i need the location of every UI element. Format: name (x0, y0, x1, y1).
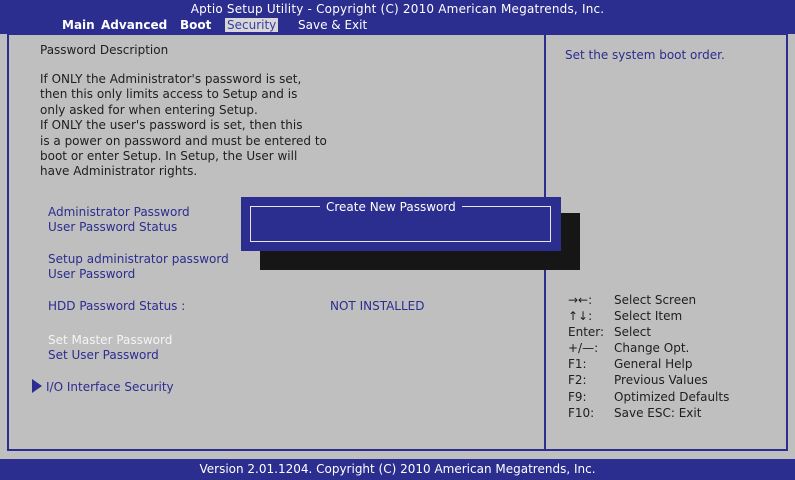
setup-admin-password-item[interactable]: Setup administrator password (48, 252, 229, 266)
tab-advanced[interactable]: Advanced (101, 18, 167, 32)
key-row: →←: Select Screen (568, 292, 729, 308)
hdd-password-status-label: HDD Password Status : (48, 299, 186, 313)
key-desc: Select Item (614, 309, 683, 324)
key-desc: Save ESC: Exit (614, 405, 702, 420)
user-password-item[interactable]: User Password (48, 267, 135, 281)
description-line: then this only limits access to Setup an… (40, 87, 298, 102)
key-row: F10: Save ESC: Exit (568, 405, 729, 421)
key-label: →←: (568, 293, 593, 307)
dialog-title: Create New Password (320, 200, 462, 214)
app-title: Aptio Setup Utility - Copyright (C) 2010… (190, 2, 605, 16)
key-desc: Previous Values (614, 373, 708, 388)
key-label: F2: (568, 373, 587, 388)
description-line: only asked for when entering Setup. (40, 102, 258, 117)
description-line: boot or enter Setup. In Setup, the User … (40, 149, 298, 164)
tab-boot[interactable]: Boot (180, 18, 211, 32)
key-desc: Optimized Defaults (614, 389, 730, 404)
io-interface-security-item[interactable]: I/O Interface Security (46, 380, 174, 394)
key-desc: Select (614, 325, 652, 340)
key-label: +/—: (568, 341, 599, 356)
key-desc: General Help (614, 357, 693, 372)
hdd-password-status-value: NOT INSTALLED (330, 299, 425, 313)
help-text: Set the system boot order. (565, 48, 725, 62)
key-label: F9: (568, 389, 587, 404)
password-description: If ONLY the Administrator's password is … (40, 72, 327, 180)
submenu-arrow-icon (32, 379, 42, 393)
description-heading: Password Description (40, 43, 169, 57)
key-desc: Select Screen (614, 293, 697, 307)
description-line: is a power on password and must be enter… (40, 133, 327, 148)
set-master-password-item[interactable]: Set Master Password (48, 333, 172, 347)
key-label: F10: (568, 405, 595, 420)
tab-security[interactable]: Security (225, 18, 279, 32)
description-line: If ONLY the user's password is set, then… (40, 118, 303, 133)
set-user-password-item[interactable]: Set User Password (48, 348, 159, 362)
key-legend: →←: Select Screen ↑↓: Select Item Enter: Se… (568, 292, 729, 421)
description-line: have Administrator rights. (40, 164, 198, 179)
key-label: Enter: (568, 325, 605, 340)
key-label: ↑↓: (568, 309, 593, 324)
user-password-status-item[interactable]: User Password Status (48, 220, 177, 234)
title-bar: Aptio Setup Utility - Copyright (C) 2010… (0, 0, 795, 34)
tab-save-exit[interactable]: Save & Exit (298, 18, 367, 32)
key-row: F1: General Help (568, 356, 729, 372)
key-row: +/—: Change Opt. (568, 340, 729, 356)
description-line: If ONLY the Administrator's password is … (40, 72, 302, 86)
key-row: F9: Optimized Defaults (568, 389, 729, 405)
key-row: F2: Previous Values (568, 372, 729, 388)
key-row: ↑↓: Select Item (568, 308, 729, 324)
key-label: F1: (568, 357, 587, 372)
footer-bar: Version 2.01.1204. Copyright (C) 2010 Am… (0, 459, 795, 480)
key-row: Enter: Select (568, 324, 729, 340)
administrator-password-item[interactable]: Administrator Password (48, 205, 190, 219)
tab-main[interactable]: Main (62, 18, 95, 32)
key-desc: Change Opt. (614, 341, 690, 356)
